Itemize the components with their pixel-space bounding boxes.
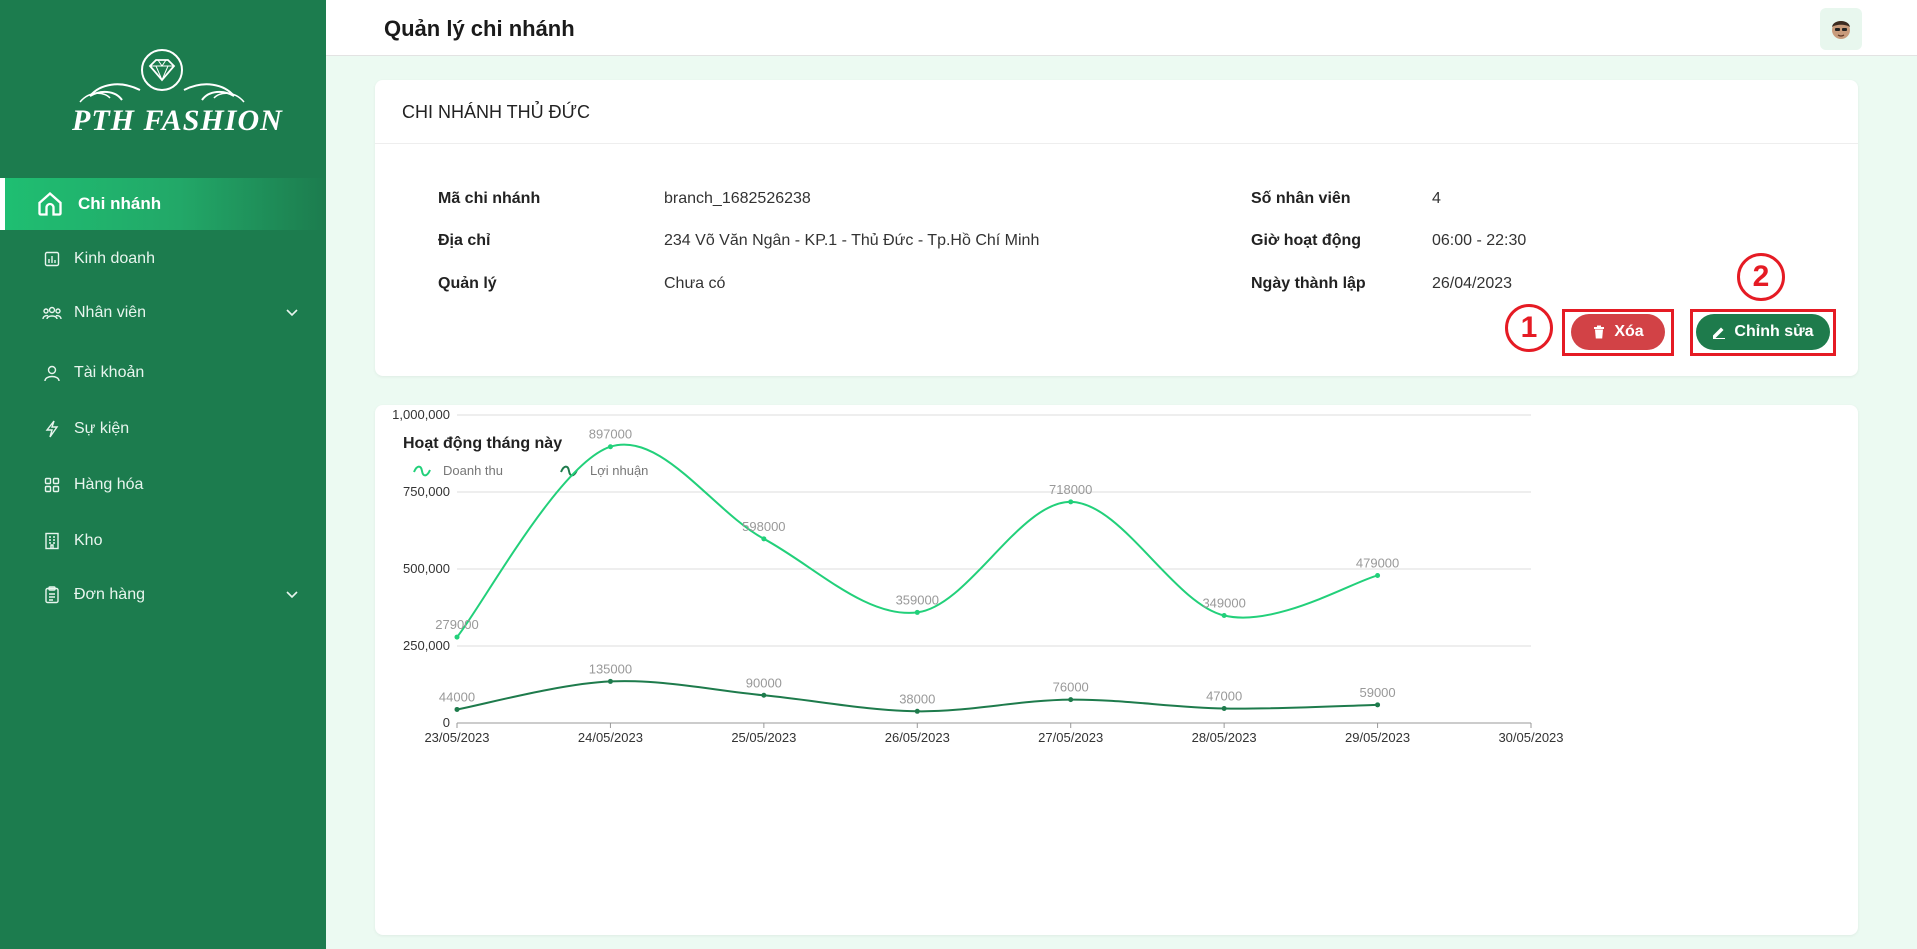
branch-manager-label: Quản lý	[438, 275, 497, 292]
sidebar-item-kinh-doanh[interactable]: Kinh doanh	[0, 232, 326, 286]
lightning-icon	[42, 419, 62, 439]
edit-button[interactable]: Chỉnh sửa	[1696, 314, 1830, 350]
branch-code-label: Mã chi nhánh	[438, 190, 541, 207]
sidebar-item-label: Sự kiện	[74, 420, 130, 437]
pencil-icon	[1712, 325, 1726, 339]
account-icon	[42, 363, 62, 383]
sidebar-nav: Chi nhánh Kinh doanh Nhân viên Tài khoản	[0, 178, 326, 622]
data-point	[761, 536, 767, 542]
sidebar: PTH FASHION Chi nhánh Kinh doanh Nhân vi…	[0, 0, 326, 949]
x-tick-label: 27/05/2023	[1038, 730, 1103, 745]
data-point	[1375, 572, 1381, 578]
sidebar-item-nhan-vien[interactable]: Nhân viên	[0, 286, 326, 340]
data-label: 897000	[589, 427, 632, 442]
data-point	[1068, 499, 1074, 505]
trash-icon	[1592, 325, 1606, 339]
data-label: 479000	[1356, 555, 1399, 570]
branch-founded-label: Ngày thành lập	[1251, 275, 1366, 292]
branch-manager-value: Chưa có	[664, 275, 726, 292]
y-tick-label: 0	[443, 715, 450, 730]
sidebar-item-label: Chi nhánh	[78, 194, 162, 213]
branch-code-value: branch_1682526238	[664, 190, 811, 207]
data-point	[1068, 697, 1074, 703]
data-label: 76000	[1053, 680, 1089, 695]
data-point	[761, 692, 767, 698]
top-bar: Quản lý chi nhánh	[326, 0, 1917, 56]
x-tick-label: 24/05/2023	[578, 730, 643, 745]
data-point	[607, 444, 613, 450]
data-point	[454, 706, 460, 712]
data-point	[914, 708, 920, 714]
clipboard-icon	[42, 585, 62, 605]
avatar-icon	[1832, 21, 1850, 39]
y-tick-label: 500,000	[403, 561, 450, 576]
sidebar-item-label: Tài khoản	[74, 364, 145, 381]
data-label: 279000	[435, 617, 478, 632]
y-tick-label: 250,000	[403, 638, 450, 653]
activity-chart-card: Hoạt động tháng này Doanh thu Lợi nhuận …	[375, 405, 1858, 935]
y-tick-label: 1,000,000	[392, 407, 450, 422]
sidebar-item-label: Kho	[74, 532, 103, 549]
data-label: 718000	[1049, 482, 1092, 497]
data-label: 47000	[1206, 689, 1242, 704]
data-label: 90000	[746, 675, 782, 690]
x-tick-label: 26/05/2023	[885, 730, 950, 745]
chart-plot: 0 250,000 500,000 750,000 1,000,000 23/05/202…	[392, 407, 1563, 745]
branch-address-value: 234 Võ Văn Ngân - KP.1 - Thủ Đức - Tp.Hồ…	[664, 232, 1040, 249]
chevron-down-icon	[286, 591, 298, 599]
data-label: 59000	[1359, 685, 1395, 700]
data-label: 598000	[742, 519, 785, 534]
data-label: 359000	[896, 592, 939, 607]
users-icon	[42, 303, 62, 323]
y-tick-label: 750,000	[403, 484, 450, 499]
x-tick-label: 30/05/2023	[1498, 730, 1563, 745]
sidebar-item-don-hang[interactable]: Đơn hàng	[0, 568, 326, 622]
data-label: 349000	[1202, 596, 1245, 611]
sidebar-item-label: Kinh doanh	[74, 250, 155, 267]
sidebar-item-label: Đơn hàng	[74, 586, 145, 603]
x-tick-label: 28/05/2023	[1192, 730, 1257, 745]
brand-name: PTH FASHION	[72, 104, 283, 137]
marker-2: 2	[1737, 253, 1785, 301]
edit-button-label: Chỉnh sửa	[1734, 323, 1814, 340]
bar-chart-icon	[42, 249, 62, 269]
delete-button-label: Xóa	[1614, 323, 1644, 340]
sidebar-item-label: Hàng hóa	[74, 476, 144, 493]
data-point	[1221, 613, 1227, 619]
x-tick-label: 29/05/2023	[1345, 730, 1410, 745]
x-tick-label: 25/05/2023	[731, 730, 796, 745]
line-chart: 0 250,000 500,000 750,000 1,000,000 23/05/202…	[392, 407, 1563, 745]
page-title: Quản lý chi nhánh	[384, 16, 575, 41]
sidebar-item-kho[interactable]: Kho	[0, 514, 326, 568]
branch-title: CHI NHÁNH THỦ ĐỨC	[375, 80, 1858, 144]
building-icon	[42, 531, 62, 551]
data-point	[1375, 702, 1381, 708]
data-point	[1221, 706, 1227, 712]
data-point	[914, 609, 920, 615]
branch-hours-label: Giờ hoạt động	[1251, 232, 1362, 249]
data-label: 38000	[899, 691, 935, 706]
branch-address-label: Địa chỉ	[438, 232, 491, 249]
data-label: 44000	[439, 689, 475, 704]
data-point	[454, 634, 460, 640]
sidebar-item-hang-hoa[interactable]: Hàng hóa	[0, 458, 326, 512]
branch-staff-value: 4	[1432, 190, 1441, 207]
grid-icon	[42, 475, 62, 495]
sidebar-item-tai-khoan[interactable]: Tài khoản	[0, 346, 326, 400]
branch-founded-value: 26/04/2023	[1432, 275, 1513, 292]
sidebar-item-su-kien[interactable]: Sự kiện	[0, 402, 326, 456]
marker-1: 1	[1505, 304, 1553, 352]
data-point	[607, 678, 613, 684]
branch-hours-value: 06:00 - 22:30	[1432, 232, 1527, 249]
delete-button[interactable]: Xóa	[1571, 314, 1665, 350]
avatar[interactable]	[1820, 8, 1862, 50]
data-label: 135000	[589, 661, 632, 676]
branch-staff-label: Số nhân viên	[1251, 190, 1351, 207]
sidebar-item-label: Nhân viên	[74, 304, 147, 321]
sidebar-item-chi-nhanh[interactable]: Chi nhánh	[0, 178, 326, 230]
home-icon	[36, 190, 64, 218]
chevron-down-icon	[286, 309, 298, 317]
x-tick-label: 23/05/2023	[424, 730, 489, 745]
